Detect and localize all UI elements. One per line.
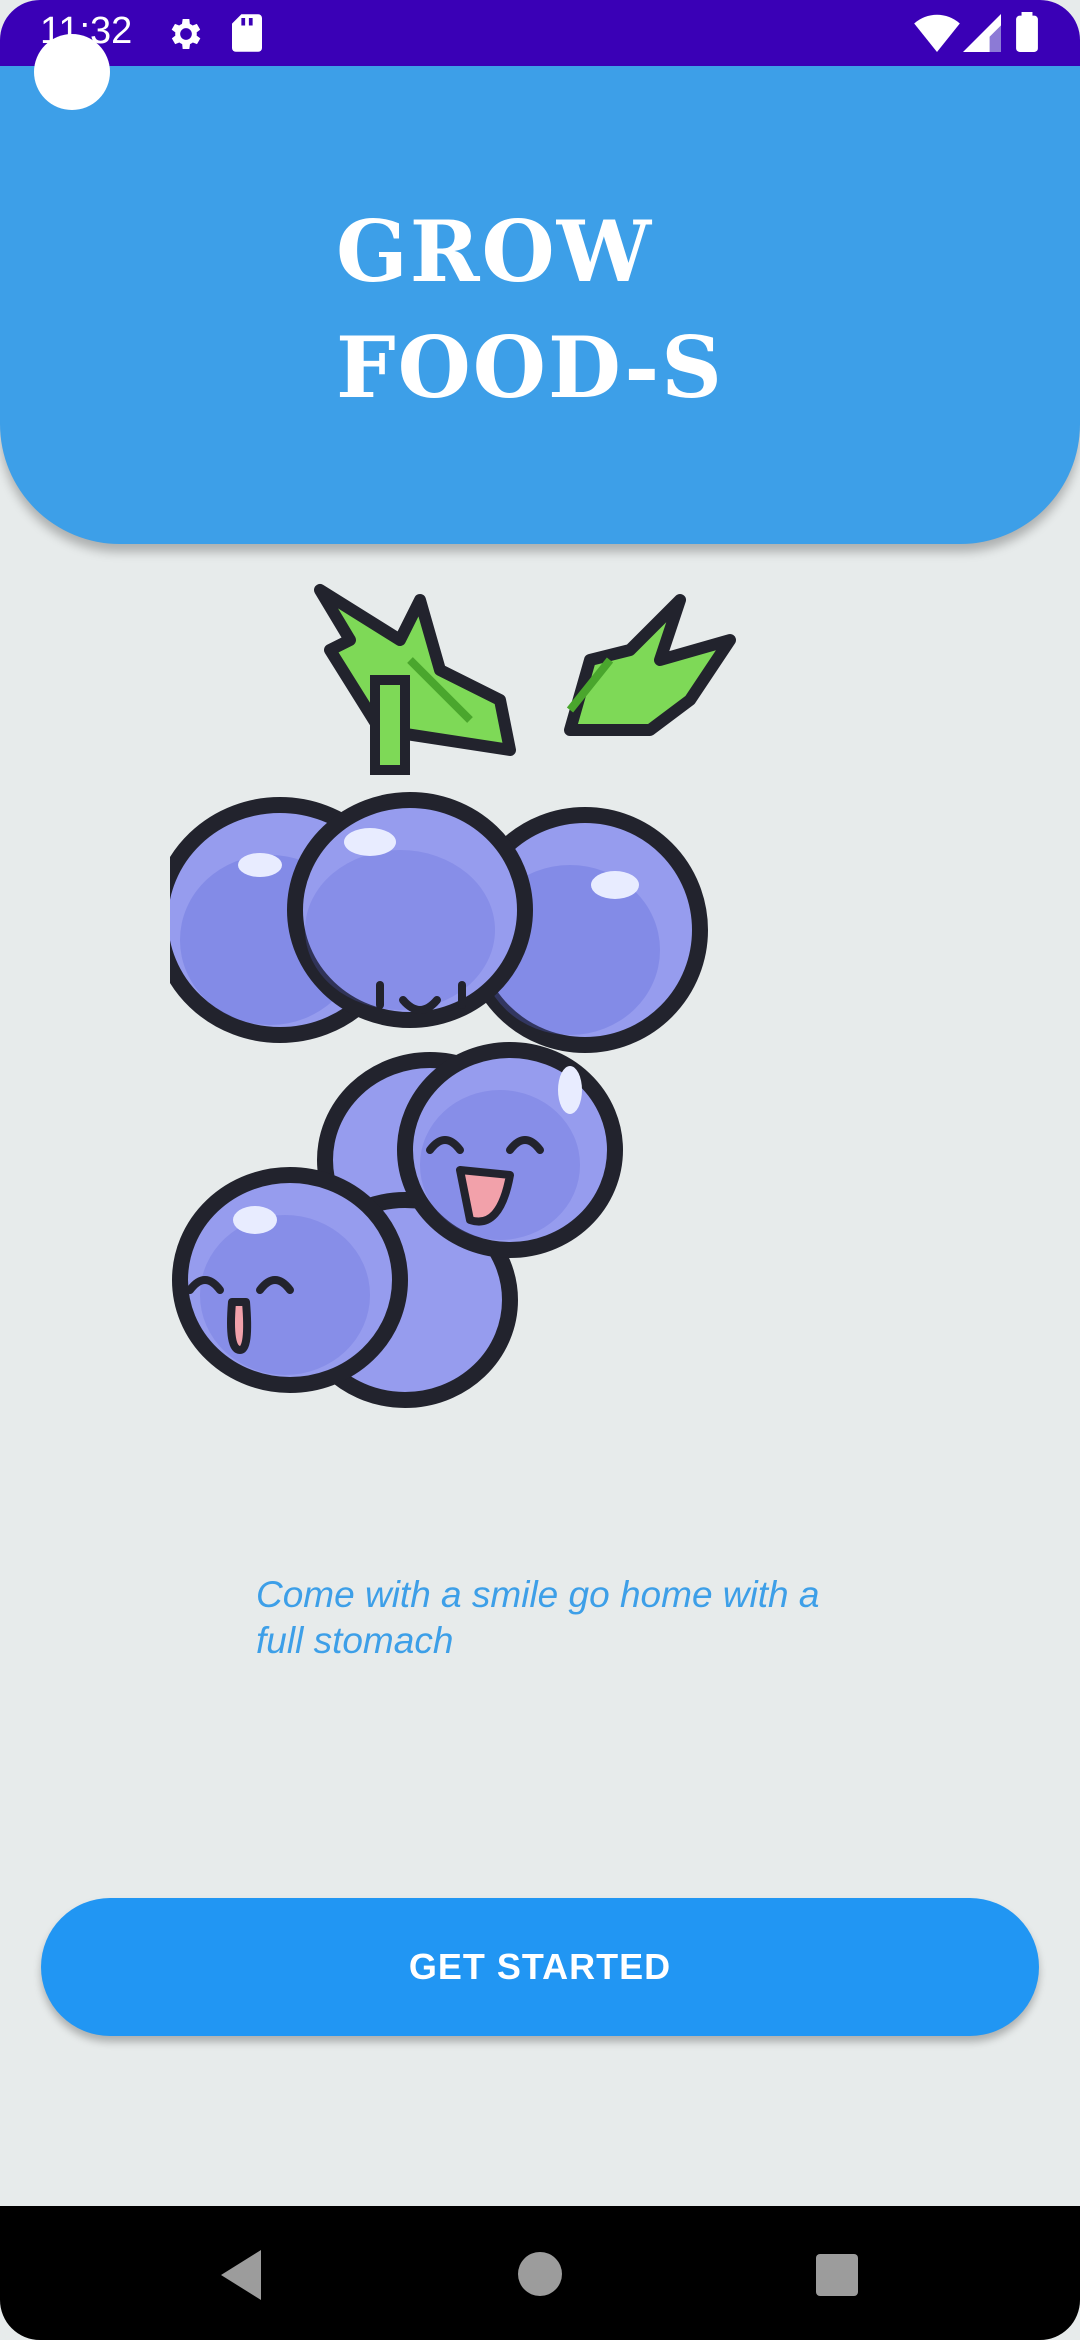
signal-icon <box>963 14 1001 52</box>
get-started-button[interactable]: GET STARTED <box>41 1898 1039 2036</box>
header-banner: GROW FOOD-S <box>0 66 1080 544</box>
app-title: GROW FOOD-S <box>336 202 724 417</box>
navigation-bar <box>0 2206 1080 2340</box>
touch-indicator <box>34 34 110 110</box>
sd-card-icon <box>232 14 262 52</box>
recents-icon[interactable] <box>816 2254 858 2296</box>
wifi-icon <box>914 14 960 52</box>
home-icon[interactable] <box>518 2252 562 2296</box>
tagline: Come with a smile go home with a full st… <box>256 1574 820 1661</box>
splash-screen: 11:32 GROW FOOD-S Come with a smile go h… <box>0 0 1080 2340</box>
gear-icon <box>171 19 201 49</box>
status-bar: 11:32 <box>0 0 1080 66</box>
back-icon[interactable] <box>216 2250 266 2300</box>
battery-icon <box>1016 12 1038 52</box>
grapes-illustration <box>170 584 736 1408</box>
